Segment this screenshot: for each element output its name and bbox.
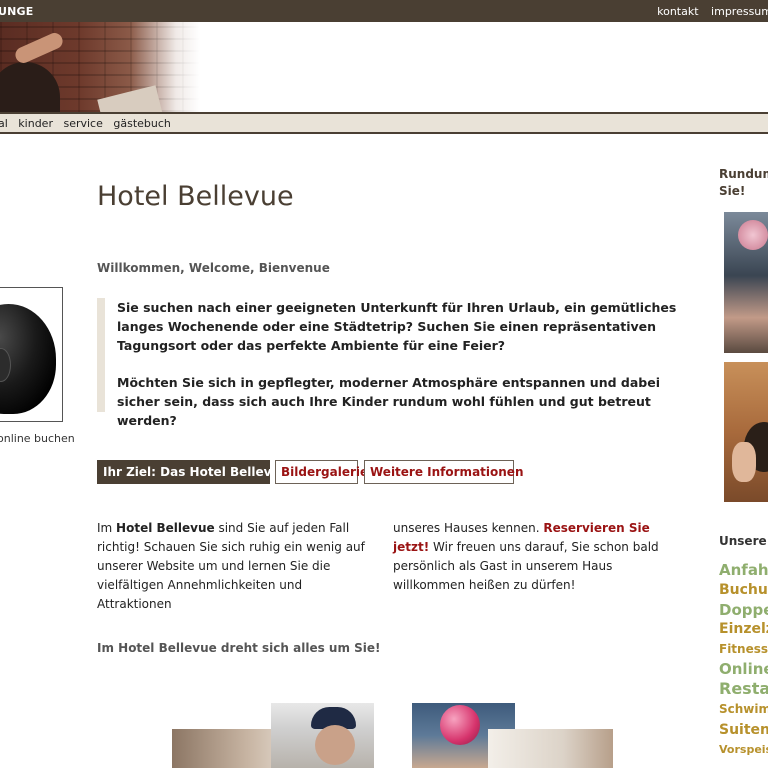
photo-staff[interactable] — [271, 703, 374, 768]
col1-pre: Im — [97, 521, 117, 535]
intro-paragraph-1: Sie suchen nach einer geeigneten Unterku… — [117, 300, 677, 353]
header-banner — [0, 22, 768, 112]
online-booking-image[interactable] — [0, 287, 63, 422]
tab-weitere-informationen[interactable]: Weitere Informationen — [364, 460, 523, 484]
ball-shape — [440, 705, 480, 745]
intro-paragraph-2: Möchten Sie sich in gepflegter, moderner… — [117, 375, 660, 428]
nav-items: al kinder service gästebuch — [0, 117, 178, 130]
intro-quote: Sie suchen nach einer geeigneten Unterku… — [97, 298, 682, 428]
tag-doppel[interactable]: Doppel — [719, 600, 768, 620]
tag-buchung[interactable]: Buchung — [719, 581, 768, 600]
tag-cloud: Anfahrt Buchung Doppel Einzelzi Fitness … — [719, 560, 768, 759]
right-heading: Rundum Sie! — [719, 166, 768, 200]
tag-anfahrt[interactable]: Anfahrt — [719, 560, 768, 581]
face-shape — [315, 725, 355, 765]
text-column-1: Im Hotel Bellevue sind Sie auf jeden Fal… — [97, 519, 377, 614]
top-link-impressum[interactable]: impressum — [711, 5, 768, 18]
col2-pre: unseres Hauses kennen. — [393, 521, 544, 535]
page-title: Hotel Bellevue — [97, 181, 294, 212]
main-nav: al kinder service gästebuch — [0, 112, 768, 134]
right-photo-phone[interactable] — [724, 362, 768, 502]
tagline: Im Hotel Bellevue dreht sich alles um Si… — [97, 641, 381, 655]
tag-fitness[interactable]: Fitness — [719, 639, 768, 660]
right-heading-line-2: Sie! — [719, 184, 746, 198]
photo-spa[interactable] — [488, 729, 613, 768]
tag-suiten[interactable]: Suiten — [719, 720, 768, 741]
tag-online[interactable]: Online — [719, 660, 768, 679]
nav-item-al[interactable]: al — [0, 117, 8, 130]
tag-restau[interactable]: Restau — [719, 679, 768, 699]
col2-rest: Wir freuen uns darauf, Sie schon bald pe… — [393, 540, 659, 592]
brand-text: UNGE — [0, 5, 34, 18]
tag-vorspeis[interactable]: Vorspeis — [719, 741, 768, 759]
nav-item-service[interactable]: service — [63, 117, 102, 130]
tab-bildergalerie[interactable]: Bildergalerie — [275, 460, 368, 484]
tag-einzelzi[interactable]: Einzelzi — [719, 620, 768, 639]
tab-ihr-ziel[interactable]: Ihr Ziel: Das Hotel Bellevue — [97, 460, 288, 484]
tag-schwim[interactable]: Schwim — [719, 699, 768, 720]
right-heading-line-1: Rundum — [719, 167, 768, 181]
nav-item-kinder[interactable]: kinder — [18, 117, 53, 130]
tag-cloud-heading: Unsere — [719, 534, 767, 548]
page: UNGE kontakt impressum al kinder service… — [0, 0, 768, 768]
hand-shape — [732, 442, 756, 482]
welcome-heading: Willkommen, Welcome, Bienvenue — [97, 261, 330, 275]
top-bar: UNGE kontakt impressum — [0, 0, 768, 22]
text-column-2: unseres Hauses kennen. Reservieren Sie j… — [393, 519, 688, 595]
nav-item-gaestebuch[interactable]: gästebuch — [113, 117, 171, 130]
right-photo-wedding[interactable] — [724, 212, 768, 353]
banner-photo — [0, 22, 200, 112]
flower-shape — [738, 220, 768, 250]
online-booking-link[interactable]: online buchen — [0, 432, 75, 445]
top-links: kontakt impressum — [648, 5, 768, 18]
top-link-kontakt[interactable]: kontakt — [657, 5, 698, 18]
hotel-name-bold: Hotel Bellevue — [116, 521, 215, 535]
